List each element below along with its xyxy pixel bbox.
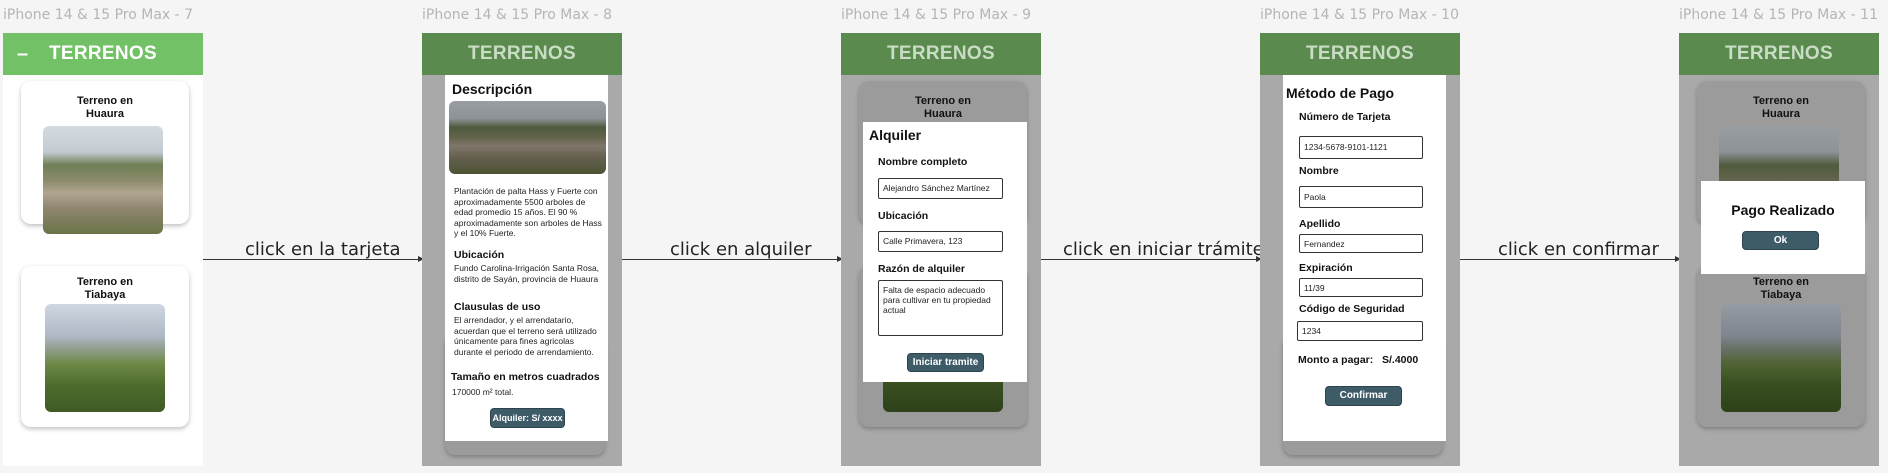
app-title: TERRENOS <box>49 43 157 64</box>
app-title: TERRENOS <box>1306 43 1414 64</box>
amount-value: S/.4000 <box>1382 354 1419 366</box>
first-name-input[interactable]: Paola <box>1299 186 1423 208</box>
success-modal: Pago Realizado Ok <box>1701 181 1865 274</box>
frame-label-10: iPhone 14 & 15 Pro Max - 10 <box>1260 7 1459 23</box>
app-bar: TERRENOS <box>1679 33 1879 75</box>
app-title: TERRENOS <box>468 43 576 64</box>
land-card-tiabaya: Terreno en Tiabaya <box>1697 266 1865 427</box>
app-bar: – TERRENOS <box>3 33 203 75</box>
detail-heading: Descripción <box>452 81 533 97</box>
rent-button[interactable]: Alquiler: S/ xxxx <box>490 408 565 428</box>
frame-11: TERRENOS Terreno en Huaura Terreno en Tiab… <box>1679 33 1879 466</box>
size-text: 170000 m² total. <box>452 387 514 397</box>
listing-screen: Terreno en Huaura Terreno en Tiabaya <box>3 75 203 466</box>
confirm-button[interactable]: Confirmar <box>1325 386 1402 406</box>
payment-backdrop: Método de Pago Número de Tarjeta 1234-56… <box>1260 75 1460 466</box>
detail-panel: Descripción Plantación de palta Hass y F… <box>445 75 608 441</box>
rental-heading: Alquiler <box>869 127 922 143</box>
land-card-tiabaya[interactable]: Terreno en Tiabaya <box>21 266 189 427</box>
card-number-input[interactable]: 1234-5678-9101-1121 <box>1299 136 1423 159</box>
app-bar: TERRENOS <box>841 33 1041 75</box>
app-bar: TERRENOS <box>1260 33 1460 75</box>
security-code-input[interactable]: 1234 <box>1297 321 1423 341</box>
frame-9: TERRENOS Terreno en Huaura Alquiler Nombr… <box>841 33 1041 466</box>
flow-label-4: click en confirmar <box>1498 239 1659 260</box>
frame-7: – TERRENOS Terreno en Huaura Terreno en Ti… <box>3 33 203 466</box>
success-backdrop: Terreno en Huaura Terreno en Tiabaya Pago … <box>1679 75 1879 466</box>
description-text: Plantación de palta Hass y Fuerte con ap… <box>454 186 602 238</box>
frame-10: TERRENOS Método de Pago Número de Tarjet… <box>1260 33 1460 466</box>
security-code-label: Código de Seguridad <box>1299 303 1405 315</box>
frame-label-9: iPhone 14 & 15 Pro Max - 9 <box>841 7 1032 23</box>
reason-textarea[interactable]: Falta de espacio adecuado para cultivar … <box>878 280 1003 336</box>
amount-label: Monto a pagar: <box>1298 354 1374 366</box>
flow-label-1: click en la tarjeta <box>245 239 401 260</box>
flow-label-2: click en alquiler <box>670 239 812 260</box>
card-title: Terreno en Huaura <box>1752 95 1810 120</box>
land-photo <box>449 101 606 174</box>
location-heading: Ubicación <box>454 249 505 261</box>
ok-button[interactable]: Ok <box>1742 231 1819 250</box>
reason-label: Razón de alquiler <box>878 263 965 275</box>
flow-label-3: click en iniciar trámite <box>1063 239 1264 260</box>
success-title: Pago Realizado <box>1731 202 1835 218</box>
frame-label-7: iPhone 14 & 15 Pro Max - 7 <box>3 7 194 23</box>
location-label: Ubicación <box>878 210 929 222</box>
land-photo <box>43 126 163 234</box>
listing-backdrop: Terreno en Huaura Alquiler Nombre complet… <box>841 75 1041 466</box>
card-title: Terreno en Huaura <box>76 95 134 120</box>
card-number-label: Número de Tarjeta <box>1299 111 1391 123</box>
detail-backdrop: Descripción Plantación de palta Hass y F… <box>422 75 622 466</box>
app-title: TERRENOS <box>887 43 995 64</box>
clauses-text: El arrendador, y el arrendatario, acuerd… <box>454 315 597 357</box>
expiry-label: Expiración <box>1299 262 1353 274</box>
land-photo <box>1721 304 1841 412</box>
payment-panel: Método de Pago Número de Tarjeta 1234-56… <box>1283 75 1446 441</box>
frame-label-11: iPhone 14 & 15 Pro Max - 11 <box>1679 7 1878 23</box>
clauses-heading: Clausulas de uso <box>454 301 541 313</box>
frame-label-8: iPhone 14 & 15 Pro Max - 8 <box>422 7 613 23</box>
rental-modal: Alquiler Nombre completo Alejandro Sánch… <box>863 122 1027 382</box>
frame-8: TERRENOS Descripción Plantación de palta… <box>422 33 622 466</box>
location-input[interactable]: Calle Primavera, 123 <box>878 231 1003 252</box>
card-title: Terreno en Tiabaya <box>76 276 134 301</box>
payment-heading: Método de Pago <box>1286 85 1395 101</box>
last-name-input[interactable]: Fernandez <box>1299 234 1423 253</box>
expiry-input[interactable]: 11/39 <box>1299 278 1423 297</box>
card-title: Terreno en Huaura <box>914 95 972 120</box>
size-heading: Tamaño en metros cuadrados <box>451 371 600 383</box>
start-procedure-button[interactable]: Iniciar tramite <box>907 353 984 372</box>
menu-icon[interactable]: – <box>17 33 28 75</box>
card-title: Terreno en Tiabaya <box>1752 276 1810 301</box>
land-photo <box>45 304 165 412</box>
app-bar: TERRENOS <box>422 33 622 75</box>
land-card-huaura[interactable]: Terreno en Huaura <box>21 81 189 234</box>
app-title: TERRENOS <box>1725 43 1833 64</box>
name-input[interactable]: Alejandro Sánchez Martínez <box>878 178 1003 199</box>
first-name-label: Nombre <box>1299 165 1339 177</box>
name-label: Nombre completo <box>878 156 968 168</box>
location-text: Fundo Carolina-Irrigación Santa Rosa, di… <box>454 263 600 284</box>
last-name-label: Apellido <box>1299 218 1341 230</box>
